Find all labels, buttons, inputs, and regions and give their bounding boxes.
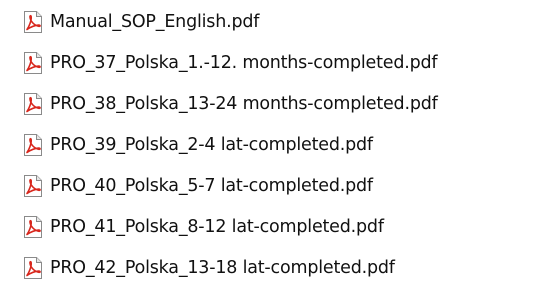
pdf-file-icon [22,256,44,280]
pdf-file-icon [22,10,44,34]
file-name: Manual_SOP_English.pdf [50,12,260,32]
file-item[interactable]: PRO_38_Polska_13-24 months-completed.pdf [22,89,537,119]
pdf-file-icon [22,215,44,239]
pdf-file-icon [22,133,44,157]
file-item[interactable]: PRO_40_Polska_5-7 lat-completed.pdf [22,171,537,201]
file-item[interactable]: PRO_42_Polska_13-18 lat-completed.pdf [22,253,537,283]
file-item[interactable]: PRO_39_Polska_2-4 lat-completed.pdf [22,130,537,160]
file-name: PRO_40_Polska_5-7 lat-completed.pdf [50,176,373,196]
file-name: PRO_41_Polska_8-12 lat-completed.pdf [50,217,384,237]
file-list: Manual_SOP_English.pdf PRO_37_Polska_1.-… [0,0,539,294]
file-name: PRO_37_Polska_1.-12. months-completed.pd… [50,53,438,73]
file-item[interactable]: PRO_37_Polska_1.-12. months-completed.pd… [22,48,537,78]
file-item[interactable]: Manual_SOP_English.pdf [22,7,537,37]
file-name: PRO_39_Polska_2-4 lat-completed.pdf [50,135,373,155]
file-name: PRO_42_Polska_13-18 lat-completed.pdf [50,258,395,278]
pdf-file-icon [22,92,44,116]
pdf-file-icon [22,51,44,75]
file-name: PRO_38_Polska_13-24 months-completed.pdf [50,94,438,114]
file-item[interactable]: PRO_41_Polska_8-12 lat-completed.pdf [22,212,537,242]
pdf-file-icon [22,174,44,198]
